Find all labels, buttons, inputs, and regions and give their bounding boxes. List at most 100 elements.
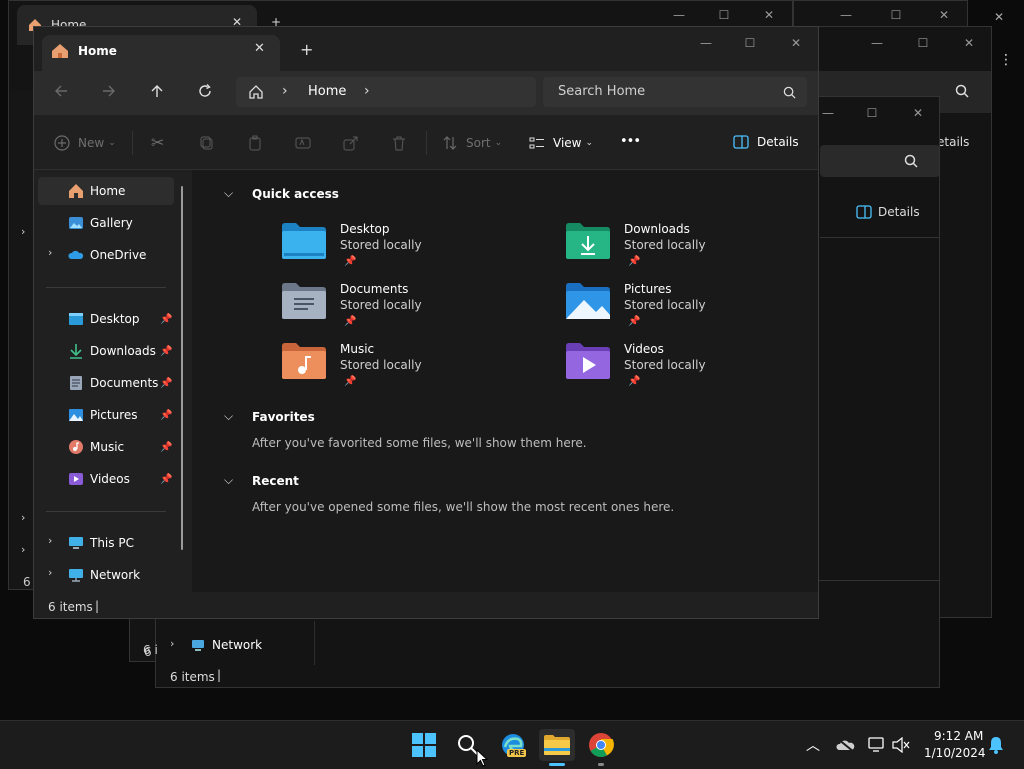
file-explorer-window[interactable]: Home ✕ + — ☐ ✕ › Home › Search Home New … bbox=[33, 26, 819, 619]
back-icon[interactable] bbox=[45, 75, 77, 107]
close-icon[interactable]: ✕ bbox=[774, 29, 818, 57]
chevron-right-icon[interactable]: › bbox=[48, 566, 52, 579]
cut-icon[interactable]: ✂ bbox=[151, 133, 164, 152]
pin-icon[interactable]: 📌 bbox=[160, 346, 172, 357]
close-icon[interactable]: ✕ bbox=[947, 29, 991, 57]
volume-muted-icon[interactable] bbox=[892, 737, 910, 753]
start-button[interactable] bbox=[408, 729, 440, 761]
chevron-down-icon[interactable]: ⌵ bbox=[224, 186, 233, 201]
copy-icon[interactable] bbox=[199, 135, 215, 151]
minimize-icon[interactable]: — bbox=[657, 1, 701, 29]
sidebar-item-documents[interactable]: Documents 📌 bbox=[38, 369, 174, 397]
close-icon[interactable]: ✕ bbox=[922, 1, 966, 29]
quick-access-videos[interactable]: Videos Stored locally 📌 bbox=[566, 342, 816, 396]
paste-icon[interactable] bbox=[247, 135, 263, 151]
up-icon[interactable] bbox=[141, 75, 173, 107]
rename-icon[interactable] bbox=[295, 135, 311, 151]
minimize-icon[interactable]: — bbox=[824, 1, 868, 29]
chevron-right-icon[interactable]: › bbox=[282, 83, 288, 99]
sidebar-item-gallery[interactable]: Gallery bbox=[38, 209, 174, 237]
file-explorer-button[interactable] bbox=[539, 729, 575, 761]
details-button[interactable]: Details bbox=[878, 205, 920, 219]
address-bar[interactable]: › Home › bbox=[236, 77, 536, 107]
show-hidden-icons-button[interactable]: ︿ bbox=[806, 735, 820, 755]
sidebar-item-videos[interactable]: Videos 📌 bbox=[38, 465, 174, 493]
forward-icon[interactable] bbox=[93, 75, 125, 107]
sidebar-label: This PC bbox=[90, 536, 134, 550]
new-button[interactable]: New ⌄ bbox=[54, 135, 116, 151]
delete-icon[interactable] bbox=[391, 135, 407, 151]
sidebar-item-this-pc[interactable]: › This PC bbox=[38, 529, 174, 557]
chevron-right-icon[interactable]: › bbox=[364, 83, 370, 99]
share-icon[interactable] bbox=[343, 135, 359, 151]
quick-access-music[interactable]: Music Stored locally 📌 bbox=[282, 342, 532, 396]
close-icon[interactable]: ✕ bbox=[896, 99, 939, 127]
chevron-right-icon[interactable]: › bbox=[21, 543, 25, 556]
more-options-icon[interactable]: ••• bbox=[620, 134, 641, 149]
close-icon[interactable]: ✕ bbox=[994, 10, 1004, 24]
quick-access-downloads[interactable]: Downloads Stored locally 📌 bbox=[566, 222, 816, 276]
maximize-icon[interactable]: ☐ bbox=[728, 29, 772, 57]
close-icon[interactable]: ✕ bbox=[254, 41, 265, 56]
minimize-icon[interactable]: — bbox=[855, 29, 899, 57]
close-icon[interactable]: ✕ bbox=[747, 1, 791, 29]
view-button[interactable]: View ⌄ bbox=[529, 135, 593, 151]
maximize-icon[interactable]: ☐ bbox=[874, 1, 918, 29]
title-bar[interactable]: Home ✕ + — ☐ ✕ bbox=[34, 27, 818, 71]
edge-preview-button[interactable]: PRE bbox=[497, 729, 529, 761]
chevron-right-icon[interactable]: › bbox=[21, 225, 25, 238]
sidebar-item-music[interactable]: Music 📌 bbox=[38, 433, 174, 461]
sidebar-item-pictures[interactable]: Pictures 📌 bbox=[38, 401, 174, 429]
sidebar-item-onedrive[interactable]: › OneDrive bbox=[38, 241, 174, 269]
chevron-right-icon[interactable]: › bbox=[48, 246, 52, 259]
details-button[interactable]: Details bbox=[733, 135, 799, 149]
minimize-icon[interactable]: — bbox=[684, 29, 728, 57]
sidebar-item-network[interactable]: › Network bbox=[38, 561, 174, 589]
sidebar-item-downloads[interactable]: Downloads 📌 bbox=[38, 337, 174, 365]
sidebar-item-desktop[interactable]: Desktop 📌 bbox=[38, 305, 174, 333]
pin-icon[interactable]: 📌 bbox=[160, 410, 172, 421]
search-icon[interactable] bbox=[783, 86, 796, 99]
quick-access-documents[interactable]: Documents Stored locally 📌 bbox=[282, 282, 532, 336]
pin-icon[interactable]: 📌 bbox=[160, 314, 172, 325]
breadcrumb[interactable]: Home bbox=[308, 84, 346, 99]
search-box[interactable]: Search Home bbox=[543, 77, 807, 107]
network-status-icon[interactable] bbox=[868, 737, 886, 753]
chrome-button[interactable] bbox=[585, 729, 617, 761]
pin-icon[interactable]: 📌 bbox=[160, 474, 172, 485]
tab-home[interactable]: Home ✕ bbox=[42, 35, 280, 71]
sidebar-item-network[interactable]: Network bbox=[212, 638, 262, 652]
new-tab-icon[interactable]: + bbox=[300, 40, 313, 59]
clock-time[interactable]: 9:12 AM bbox=[934, 729, 983, 743]
onedrive-offline-icon[interactable] bbox=[836, 737, 856, 753]
more-icon[interactable]: ⋮ bbox=[999, 52, 1013, 68]
chevron-right-icon[interactable]: › bbox=[170, 637, 174, 650]
computer-icon bbox=[69, 537, 83, 549]
clock-date[interactable]: 1/10/2024 bbox=[924, 746, 986, 760]
pin-icon[interactable]: 📌 bbox=[160, 378, 172, 389]
favorites-header[interactable]: Favorites bbox=[252, 410, 315, 424]
quick-access-header[interactable]: Quick access bbox=[252, 187, 339, 201]
chevron-right-icon[interactable]: › bbox=[21, 511, 25, 524]
notification-bell-icon[interactable] bbox=[988, 736, 1004, 754]
chevron-down-icon[interactable]: ⌵ bbox=[224, 473, 233, 488]
scrollbar[interactable] bbox=[181, 186, 183, 550]
sort-button[interactable]: Sort ⌄ bbox=[442, 135, 502, 151]
search-input[interactable]: Search Home bbox=[558, 84, 645, 99]
home-outline-icon[interactable] bbox=[248, 84, 264, 100]
maximize-icon[interactable]: ☐ bbox=[702, 1, 746, 29]
mouse-cursor-icon bbox=[476, 749, 488, 767]
maximize-icon[interactable]: ☐ bbox=[901, 29, 945, 57]
chevron-right-icon[interactable]: › bbox=[48, 534, 52, 547]
quick-access-pictures[interactable]: Pictures Stored locally 📌 bbox=[566, 282, 816, 336]
sidebar-item-home[interactable]: Home bbox=[38, 177, 174, 205]
maximize-icon[interactable]: ☐ bbox=[850, 99, 894, 127]
pin-icon[interactable]: 📌 bbox=[160, 442, 172, 453]
quick-access-desktop[interactable]: Desktop Stored locally 📌 bbox=[282, 222, 532, 276]
search-icon[interactable] bbox=[955, 84, 969, 98]
search-icon[interactable] bbox=[904, 154, 918, 168]
chevron-down-icon[interactable]: ⌵ bbox=[224, 409, 233, 424]
recent-header[interactable]: Recent bbox=[252, 474, 299, 488]
details-button[interactable]: etails bbox=[937, 135, 969, 149]
refresh-icon[interactable] bbox=[189, 75, 221, 107]
